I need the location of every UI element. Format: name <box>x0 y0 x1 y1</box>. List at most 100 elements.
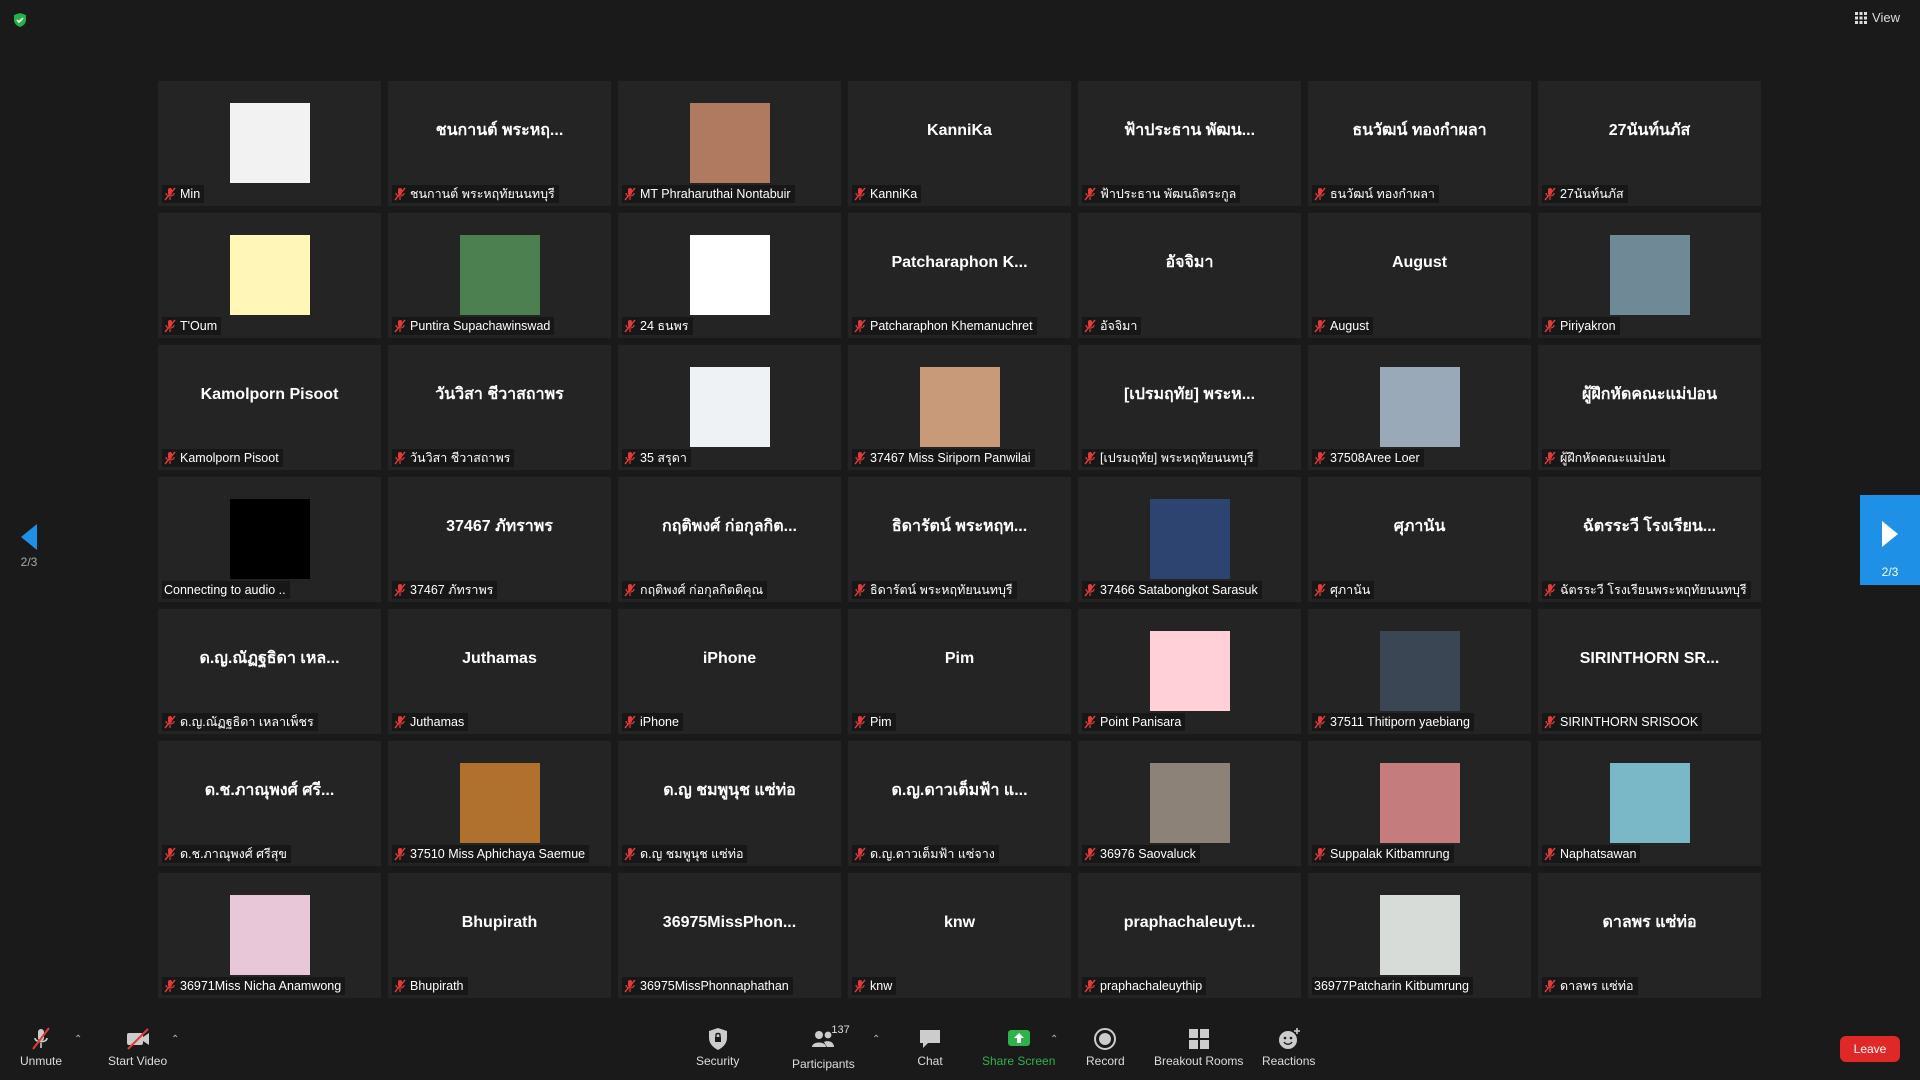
leave-button[interactable]: Leave <box>1840 1036 1900 1062</box>
participant-tile[interactable]: T'Oum <box>158 213 381 338</box>
participant-name: [เปรมฤทัย] พระหฤทัยนนทบุรี <box>1100 451 1254 465</box>
view-button[interactable]: View <box>1855 10 1900 25</box>
participant-tile[interactable]: Puntira Supachawinswad <box>388 213 611 338</box>
participant-tile[interactable]: 35 สรุดา <box>618 345 841 470</box>
participant-tile[interactable]: 36976 Saovaluck <box>1078 741 1301 866</box>
participant-name-label: ด.ช.ภาณุพงศ์ ศรีสุข <box>162 845 291 863</box>
participant-tile[interactable]: Bhupirath Bhupirath <box>388 873 611 998</box>
chat-button[interactable]: Chat <box>916 1026 944 1068</box>
unmute-button[interactable]: Unmute <box>20 1026 62 1068</box>
participant-tile[interactable]: ดาลพร แซ่ท่อ ดาลพร แซ่ท่อ <box>1538 873 1761 998</box>
participant-name-label: Point Panisara <box>1082 713 1186 731</box>
encryption-shield-icon[interactable] <box>12 12 28 28</box>
participant-name-label: Patcharaphon Khemanuchret <box>852 317 1037 335</box>
participant-name: KanniKa <box>870 187 918 201</box>
participant-tile[interactable]: ฟ้าประธาน พัฒน... ฟ้าประธาน พัฒนถิตระกูล <box>1078 81 1301 206</box>
participant-tile[interactable]: Piriyakron <box>1538 213 1761 338</box>
participant-tile[interactable]: Point Panisara <box>1078 609 1301 734</box>
participant-tile[interactable]: ฉัตรระวี โรงเรียน... ฉัตรระวี โรงเรียนพระ… <box>1538 477 1761 602</box>
participant-tile[interactable]: SIRINTHORN SR... SIRINTHORN SRISOOK <box>1538 609 1761 734</box>
participant-tile[interactable]: Juthamas Juthamas <box>388 609 611 734</box>
reactions-label: Reactions <box>1262 1054 1316 1068</box>
participant-tile[interactable]: ชนกานต์ พระหฤ... ชนกานต์ พระหฤทัยนนทบุรี <box>388 81 611 206</box>
participant-tile[interactable]: 37511 Thitiporn yaebiang <box>1308 609 1531 734</box>
participant-display-name: iPhone <box>702 649 757 667</box>
participant-tile[interactable]: KanniKa KanniKa <box>848 81 1071 206</box>
participant-tile[interactable]: ด.ญ ชมพูนุช แซ่ท่อ ด.ญ ชมพูนุช แซ่ท่อ <box>618 741 841 866</box>
participant-avatar <box>459 763 540 843</box>
participant-tile[interactable]: ด.ญ.ดาวเต็มฟ้า แ... ด.ญ.ดาวเต็มฟ้า แซ่จาง <box>848 741 1071 866</box>
participant-name-label: KanniKa <box>852 185 922 203</box>
participant-name: Piriyakron <box>1560 319 1616 333</box>
share-screen-button[interactable]: Share Screen <box>982 1026 1055 1068</box>
participant-tile[interactable]: 37467 Miss Siriporn Panwilai <box>848 345 1071 470</box>
participant-name: ธนวัฒน์ ทองกำผลา <box>1330 187 1435 201</box>
participant-display-name: Bhupirath <box>461 913 538 931</box>
participant-tile[interactable]: 27นันท์นภัส 27นันท์นภัส <box>1538 81 1761 206</box>
participant-tile[interactable]: MT Phraharuthai Nontabuir <box>618 81 841 206</box>
participant-tile[interactable]: ด.ญ.ณัฏฐธิดา เหล... ด.ญ.ณัฏฐธิดา เหลาเพ็ช… <box>158 609 381 734</box>
microphone-muted-icon <box>624 979 636 993</box>
microphone-muted-icon <box>394 319 406 333</box>
microphone-muted-icon <box>1544 979 1556 993</box>
participant-tile[interactable]: ธิดารัตน์ พระหฤท... ธิดารัตน์ พระหฤทัยนนท… <box>848 477 1071 602</box>
participant-tile[interactable]: Kamolporn Pisoot Kamolporn Pisoot <box>158 345 381 470</box>
participant-tile[interactable]: Patcharaphon K... Patcharaphon Khemanuchr… <box>848 213 1071 338</box>
video-options-caret[interactable]: ⌃ <box>171 1034 179 1045</box>
participant-tile[interactable]: ศุภานัน ศุภานัน <box>1308 477 1531 602</box>
participant-tile[interactable]: knw knw <box>848 873 1071 998</box>
microphone-muted-icon <box>394 451 406 465</box>
participant-tile[interactable]: [เปรมฤทัย] พระห... [เปรมฤทัย] พระหฤทัยนนท… <box>1078 345 1301 470</box>
participant-tile[interactable]: อัจจิมา อัจจิมา <box>1078 213 1301 338</box>
arrow-left-icon <box>21 524 37 550</box>
participants-button[interactable]: 137 Participants <box>792 1024 855 1071</box>
participant-name-label: ฟ้าประธาน พัฒนถิตระกูล <box>1082 185 1241 203</box>
participant-tile[interactable]: Suppalak Kitbamrung <box>1308 741 1531 866</box>
record-button[interactable]: Record <box>1086 1026 1125 1068</box>
previous-page-button[interactable]: 2/3 <box>14 522 44 569</box>
participant-tile[interactable]: Pim Pim <box>848 609 1071 734</box>
participant-tile[interactable]: 37467 ภัทราพร 37467 ภัทราพร <box>388 477 611 602</box>
participant-name-label: Bhupirath <box>392 977 468 995</box>
participant-tile[interactable]: กฤติพงศ์ ก่อกุลกิต... กฤติพงศ์ ก่อกุลกิตต… <box>618 477 841 602</box>
participant-tile[interactable]: Min <box>158 81 381 206</box>
microphone-muted-icon <box>164 979 176 993</box>
microphone-muted-icon <box>1544 451 1556 465</box>
participant-tile[interactable]: 37466 Satabongkot Sarasuk <box>1078 477 1301 602</box>
participant-tile[interactable]: Connecting to audio .. <box>158 477 381 602</box>
audio-options-caret[interactable]: ⌃ <box>74 1034 82 1045</box>
microphone-muted-icon <box>1084 847 1096 861</box>
reactions-button[interactable]: Reactions <box>1262 1026 1315 1068</box>
security-button[interactable]: Security <box>696 1026 739 1068</box>
share-options-caret[interactable]: ⌃ <box>1050 1034 1058 1045</box>
microphone-muted-icon <box>1314 583 1326 597</box>
participant-display-name: ด.ญ ชมพูนุช แซ่ท่อ <box>663 782 796 799</box>
participant-tile[interactable]: 36971Miss Nicha Anamwong <box>158 873 381 998</box>
participant-name-label: 37466 Satabongkot Sarasuk <box>1082 581 1262 599</box>
participant-tile[interactable]: August August <box>1308 213 1531 338</box>
participant-tile[interactable]: 37510 Miss Aphichaya Saemue <box>388 741 611 866</box>
participant-tile[interactable]: ผู้ฝึกหัดคณะแม่ปอน ผู้ฝึกหัดคณะแม่ปอน <box>1538 345 1761 470</box>
participant-grid: Min ชนกานต์ พระหฤ... ชนกานต์ พระหฤทัยนนทบุ… <box>158 81 1761 998</box>
participant-name-label: praphachaleuythip <box>1082 977 1207 995</box>
participant-tile[interactable]: ธนวัฒน์ ทองกำผลา ธนวัฒน์ ทองกำผลา <box>1308 81 1531 206</box>
participant-tile[interactable]: ด.ช.ภาณุพงศ์ ศรี... ด.ช.ภาณุพงศ์ ศรีสุข <box>158 741 381 866</box>
participant-name-label: Suppalak Kitbamrung <box>1312 845 1454 863</box>
participant-name-label: ชนกานต์ พระหฤทัยนนทบุรี <box>392 185 559 203</box>
participant-tile[interactable]: 37508Aree Loer <box>1308 345 1531 470</box>
breakout-rooms-button[interactable]: Breakout Rooms <box>1154 1026 1243 1068</box>
participant-tile[interactable]: 36975MissPhon... 36975MissPhonnaphathan <box>618 873 841 998</box>
participant-tile[interactable]: Naphatsawan <box>1538 741 1761 866</box>
next-page-button[interactable]: 2/3 <box>1860 495 1920 585</box>
participant-tile[interactable]: praphachaleuyt... praphachaleuythip <box>1078 873 1301 998</box>
start-video-button[interactable]: Start Video <box>108 1026 167 1068</box>
participants-options-caret[interactable]: ⌃ <box>872 1034 880 1045</box>
participant-tile[interactable]: iPhone iPhone <box>618 609 841 734</box>
participant-display-name: ด.ช.ภาณุพงศ์ ศรี... <box>204 782 335 799</box>
participant-tile[interactable]: 36977Patcharin Kitbumrung <box>1308 873 1531 998</box>
participant-avatar <box>229 895 310 975</box>
participant-tile[interactable]: วันวิสา ชีวาสถาพร วันวิสา ชีวาสถาพร <box>388 345 611 470</box>
participant-tile[interactable]: 24 ธนพร <box>618 213 841 338</box>
participant-name-label: Pim <box>852 713 896 731</box>
microphone-muted-icon <box>164 187 176 201</box>
